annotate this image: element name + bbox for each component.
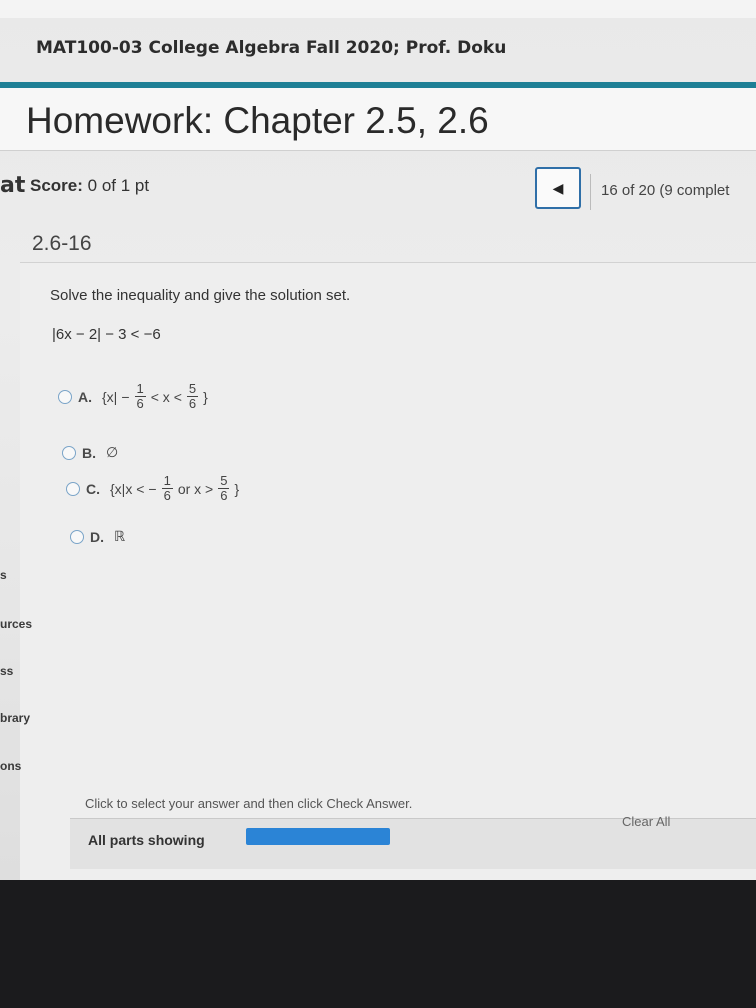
sidebar-item-2[interactable]: urces xyxy=(0,617,32,631)
score-label: Score: xyxy=(30,176,83,195)
option-a[interactable]: A. {x| − 1 6 < x < 5 6 } xyxy=(58,382,210,411)
sidebar-item-4[interactable]: brary xyxy=(0,711,30,725)
minus-sign: − xyxy=(148,480,157,497)
option-text: } xyxy=(234,480,240,497)
fraction-numerator: 5 xyxy=(186,381,199,397)
radio-button[interactable] xyxy=(66,481,80,496)
option-letter: C. xyxy=(86,480,100,497)
option-text: {x| xyxy=(102,388,118,405)
option-text: ℝ xyxy=(114,528,126,544)
question-panel xyxy=(20,263,756,880)
option-letter: B. xyxy=(82,444,96,461)
question-progress[interactable]: 16 of 20 (9 complet xyxy=(590,174,756,210)
option-c[interactable]: C. {x|x < − 1 6 or x > 5 6 } xyxy=(66,474,241,503)
fraction-numerator: 5 xyxy=(218,473,230,489)
fraction: 1 6 xyxy=(161,473,173,503)
left-edge-fragment: at xyxy=(0,173,26,198)
radio-button[interactable] xyxy=(70,529,84,544)
option-letter: A. xyxy=(78,388,92,405)
sidebar-item-5[interactable]: ons xyxy=(0,759,21,773)
score-value: 0 of 1 pt xyxy=(87,176,150,195)
fraction-denominator: 6 xyxy=(163,488,171,503)
fraction-numerator: 1 xyxy=(134,381,146,397)
fraction-denominator: 6 xyxy=(188,396,197,411)
score-display: Score: 0 of 1 pt xyxy=(30,176,149,196)
radio-button[interactable] xyxy=(62,445,76,460)
option-d[interactable]: D. ℝ xyxy=(70,528,127,545)
fraction-denominator: 6 xyxy=(136,396,144,411)
answer-hint: Click to select your answer and then cli… xyxy=(85,796,413,811)
fraction: 5 6 xyxy=(186,381,199,411)
option-text: } xyxy=(203,388,208,405)
problem-statement: |6x − 2| − 3 < −6 xyxy=(52,326,161,343)
triangle-left-icon: ◀ xyxy=(552,179,564,196)
option-text: ∅ xyxy=(106,444,119,460)
question-id: 2.6-16 xyxy=(32,232,92,255)
option-text: < x < xyxy=(150,388,182,405)
question-instruction: Solve the inequality and give the soluti… xyxy=(50,287,351,304)
fraction: 5 6 xyxy=(218,473,230,503)
fraction-numerator: 1 xyxy=(161,473,173,489)
screen: MAT100-03 College Algebra Fall 2020; Pro… xyxy=(0,0,756,880)
parts-progress-bar[interactable] xyxy=(246,828,390,845)
clear-all-button[interactable]: Clear All xyxy=(622,814,670,829)
fraction: 1 6 xyxy=(134,381,146,411)
option-letter: D. xyxy=(90,528,104,545)
fraction-denominator: 6 xyxy=(220,488,228,503)
minus-sign: − xyxy=(121,388,130,405)
option-text: {x|x < xyxy=(110,480,145,497)
all-parts-label: All parts showing xyxy=(88,832,205,848)
previous-question-button[interactable]: ◀ xyxy=(535,167,581,209)
sidebar-item-1[interactable]: s xyxy=(0,568,7,582)
top-strip xyxy=(0,0,756,18)
option-b[interactable]: B. ∅ xyxy=(62,444,120,461)
radio-button[interactable] xyxy=(58,389,72,404)
homework-title: Homework: Chapter 2.5, 2.6 xyxy=(26,100,489,141)
course-title[interactable]: MAT100-03 College Algebra Fall 2020; Pro… xyxy=(36,38,506,58)
sidebar-item-3[interactable]: ss xyxy=(0,664,13,678)
option-text: or x > xyxy=(177,480,214,497)
